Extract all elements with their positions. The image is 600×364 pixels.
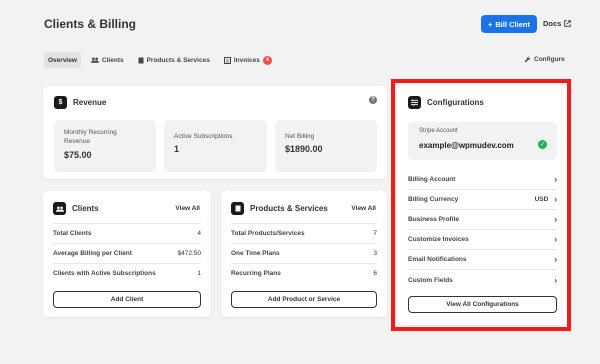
stat-active-subscriptions: Active Subscriptions 1 xyxy=(164,120,267,172)
config-custom-fields[interactable]: Custom Fields › xyxy=(408,270,557,290)
clients-title: Clients xyxy=(53,202,99,215)
config-label: Billing Currency xyxy=(408,196,459,203)
row-label: Average Billing per Client xyxy=(53,250,132,257)
add-client-button[interactable]: Add Client xyxy=(53,291,201,308)
wrench-icon xyxy=(524,56,531,63)
external-link-icon xyxy=(564,20,572,27)
stat-mrr: Monthly Recurring Revenue $75.00 xyxy=(54,120,156,172)
row-value: 4 xyxy=(197,230,201,237)
stat-label: Active Subscriptions xyxy=(174,133,233,140)
row-label: Clients with Active Subscriptions xyxy=(53,270,156,277)
tab-clients[interactable]: Clients xyxy=(87,52,128,68)
table-row: Average Billing per Client $472.50 xyxy=(53,243,201,263)
add-product-button[interactable]: Add Product or Service xyxy=(231,291,377,308)
clients-title-text: Clients xyxy=(72,204,99,213)
bill-client-button[interactable]: + Bill Client xyxy=(481,15,537,33)
chevron-right-icon: › xyxy=(554,275,557,285)
row-value: 6 xyxy=(373,270,377,277)
chevron-right-icon: › xyxy=(554,175,557,184)
invoices-count-badge: 4 xyxy=(262,55,272,65)
table-row: Total Clients 4 xyxy=(53,223,201,243)
chevron-right-icon: › xyxy=(554,195,557,204)
config-label: Billing Account xyxy=(408,176,456,183)
revenue-title: $ Revenue xyxy=(54,96,106,109)
tab-label: Invoices xyxy=(233,56,260,64)
row-value: 3 xyxy=(373,250,377,257)
chevron-right-icon: › xyxy=(554,255,557,264)
chevron-right-icon: › xyxy=(554,215,557,224)
row-label: Recurring Plans xyxy=(231,270,281,277)
row-value: $472.50 xyxy=(177,250,202,257)
stat-value: $75.00 xyxy=(64,150,92,160)
tab-overview[interactable]: Overview xyxy=(44,52,81,68)
tab-bar: Overview Clients Products & Services Inv… xyxy=(44,52,276,68)
stat-label: Net Billing xyxy=(285,133,315,140)
users-icon xyxy=(53,202,66,215)
products-title: Products & Services xyxy=(231,202,328,215)
tab-label: Products & Services xyxy=(146,56,210,64)
row-label: One Time Plans xyxy=(231,250,280,257)
plus-icon: + xyxy=(488,19,493,29)
row-label: Total Products/Services xyxy=(231,230,305,237)
configure-link[interactable]: Configure xyxy=(524,56,565,63)
docs-link[interactable]: Docs xyxy=(543,19,572,28)
table-row: Total Products/Services 7 xyxy=(231,223,377,243)
tab-invoices[interactable]: Invoices 4 xyxy=(220,52,276,68)
table-row: Clients with Active Subscriptions 1 xyxy=(53,263,201,283)
row-value: 7 xyxy=(373,230,377,237)
stat-value: 1 xyxy=(174,144,180,154)
configurations-title: Configurations xyxy=(408,96,484,109)
config-label: Customize Invoices xyxy=(408,236,469,243)
box-icon xyxy=(231,202,244,215)
stat-net-billing: Net Billing $1890.00 xyxy=(275,120,377,172)
configurations-title-text: Configurations xyxy=(427,98,484,107)
config-label: Custom Fields xyxy=(408,276,453,284)
row-label: Total Clients xyxy=(53,230,92,237)
table-row: Recurring Plans 6 xyxy=(231,263,377,283)
configure-label: Configure xyxy=(534,56,565,63)
page-title: Clients & Billing xyxy=(44,17,137,31)
row-value: 1 xyxy=(197,270,201,277)
revenue-card: $ Revenue ? Monthly Recurring Revenue $7… xyxy=(43,86,387,179)
config-email-notifications[interactable]: Email Notifications › xyxy=(408,250,557,270)
stripe-account-label: Stripe Account xyxy=(419,128,458,134)
config-billing-currency[interactable]: Billing Currency USD › xyxy=(408,190,557,210)
config-business-profile[interactable]: Business Profile › xyxy=(408,210,557,230)
docs-label: Docs xyxy=(543,19,562,28)
stripe-account-box: Stripe Account example@wpmudev.com ✓ xyxy=(408,122,557,160)
dollar-icon: $ xyxy=(54,96,67,109)
invoice-icon xyxy=(223,56,231,64)
stat-value: $1890.00 xyxy=(285,144,323,154)
config-customize-invoices[interactable]: Customize Invoices › xyxy=(408,230,557,250)
products-title-text: Products & Services xyxy=(250,204,328,213)
config-billing-account[interactable]: Billing Account › xyxy=(408,170,557,190)
config-label: Email Notifications xyxy=(408,256,467,263)
help-icon[interactable]: ? xyxy=(369,96,377,104)
chevron-right-icon: › xyxy=(554,235,557,244)
clients-card: Clients View All Total Clients 4 Average… xyxy=(43,191,211,317)
config-value: USD xyxy=(534,196,549,203)
products-services-card: Products & Services View All Total Produ… xyxy=(221,191,387,317)
revenue-title-text: Revenue xyxy=(73,98,107,107)
config-label: Business Profile xyxy=(408,216,459,223)
stripe-account-email: example@wpmudev.com xyxy=(419,141,514,150)
box-icon xyxy=(138,57,144,63)
check-circle-icon: ✓ xyxy=(538,140,547,149)
bill-client-label: Bill Client xyxy=(495,19,530,29)
clients-view-all-link[interactable]: View All xyxy=(175,205,200,212)
tab-label: Clients xyxy=(101,56,124,64)
users-icon xyxy=(90,57,99,63)
stat-label: Monthly Recurring Revenue xyxy=(64,129,117,145)
table-row: One Time Plans 3 xyxy=(231,243,377,263)
page-header: Clients & Billing + Bill Client Docs xyxy=(0,0,600,48)
products-view-all-link[interactable]: View All xyxy=(351,205,376,212)
tab-label: Overview xyxy=(48,56,77,64)
tab-products-services[interactable]: Products & Services xyxy=(134,52,214,68)
view-all-configurations-button[interactable]: View All Configurations xyxy=(408,296,557,313)
list-settings-icon xyxy=(408,96,421,109)
